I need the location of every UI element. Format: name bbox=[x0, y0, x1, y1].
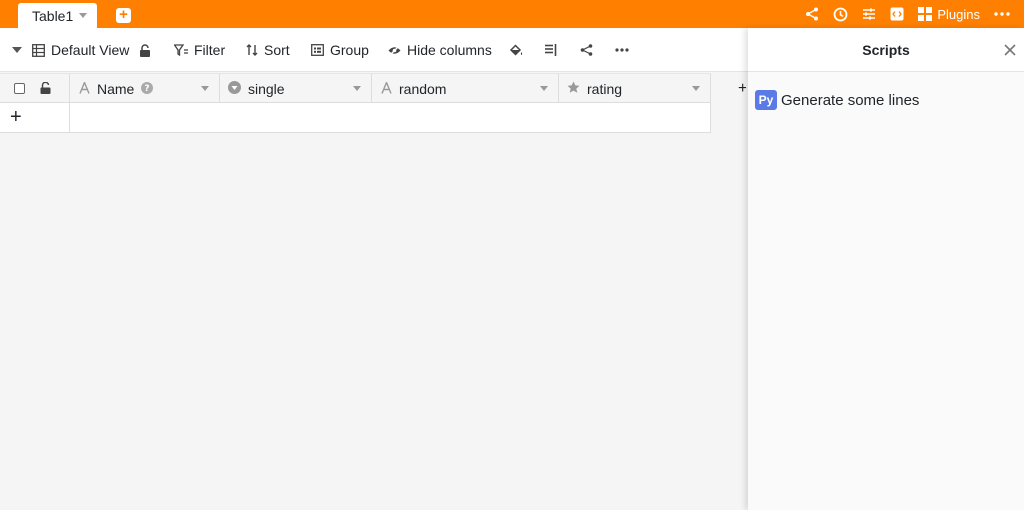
column-dropdown-icon[interactable] bbox=[201, 86, 209, 91]
text-icon bbox=[381, 80, 392, 97]
svg-text:?: ? bbox=[145, 84, 150, 94]
single-select-icon bbox=[228, 80, 241, 97]
settings-sliders-icon[interactable] bbox=[862, 7, 876, 21]
script-item[interactable]: Py Generate some lines bbox=[755, 90, 919, 110]
group-icon bbox=[311, 44, 324, 56]
tab-label: Table1 bbox=[32, 7, 74, 24]
filter-icon bbox=[174, 44, 188, 56]
text-icon bbox=[79, 80, 90, 97]
scripts-panel: Scripts Py Generate some lines bbox=[748, 28, 1024, 510]
add-table-button[interactable]: + bbox=[116, 7, 131, 23]
paint-bucket-icon[interactable] bbox=[509, 28, 523, 72]
history-icon[interactable] bbox=[833, 7, 848, 22]
column-dropdown-icon[interactable] bbox=[353, 86, 361, 91]
top-bar: Table1 + Plugins bbox=[0, 0, 1024, 28]
caret-down-icon[interactable] bbox=[12, 46, 22, 54]
table-grid-icon bbox=[32, 43, 45, 57]
column-header-rating[interactable]: rating bbox=[559, 74, 711, 103]
star-icon bbox=[567, 81, 580, 97]
close-icon[interactable] bbox=[1002, 42, 1018, 58]
column-name: Name bbox=[97, 80, 135, 97]
select-all-cell bbox=[0, 74, 70, 103]
column-name: single bbox=[248, 80, 285, 97]
more-options-icon[interactable] bbox=[615, 28, 629, 72]
sort-label: Sort bbox=[264, 42, 290, 58]
column-name: rating bbox=[587, 80, 623, 97]
grid-header: Name ? single random rating bbox=[0, 73, 711, 103]
add-row-button[interactable]: + bbox=[0, 103, 70, 132]
script-name: Generate some lines bbox=[781, 91, 920, 109]
view-selector[interactable]: Default View bbox=[12, 28, 129, 72]
column-name: random bbox=[399, 80, 447, 97]
sort-button[interactable]: Sort bbox=[246, 28, 290, 72]
plugins-label: Plugins bbox=[937, 6, 980, 22]
unlock-icon[interactable] bbox=[40, 81, 51, 97]
sort-icon bbox=[246, 44, 258, 56]
column-header-single[interactable]: single bbox=[220, 74, 372, 103]
plugins-button[interactable]: Plugins bbox=[918, 7, 980, 22]
plugins-icon bbox=[918, 7, 933, 21]
column-dropdown-icon[interactable] bbox=[692, 86, 700, 91]
python-badge-icon: Py bbox=[755, 90, 777, 110]
column-header-random[interactable]: random bbox=[372, 74, 559, 103]
hide-columns-label: Hide columns bbox=[407, 42, 492, 58]
add-row[interactable]: + bbox=[0, 103, 711, 133]
column-header-name[interactable]: Name ? bbox=[70, 74, 220, 103]
row-height-icon[interactable] bbox=[545, 28, 557, 72]
help-icon[interactable]: ? bbox=[141, 81, 154, 97]
code-icon[interactable] bbox=[890, 7, 904, 21]
eye-slash-icon bbox=[388, 45, 401, 56]
hide-columns-button[interactable]: Hide columns bbox=[388, 28, 492, 72]
panel-title: Scripts bbox=[862, 41, 910, 58]
view-toolbar: Default View Filter Sort Group Hide colu… bbox=[0, 28, 748, 72]
group-button[interactable]: Group bbox=[311, 28, 369, 72]
tab-table1[interactable]: Table1 bbox=[18, 3, 97, 28]
group-label: Group bbox=[330, 42, 369, 58]
share-view-icon[interactable] bbox=[580, 28, 593, 72]
lock-icon[interactable] bbox=[139, 28, 151, 72]
filter-button[interactable]: Filter bbox=[174, 28, 225, 72]
add-column-button[interactable]: + bbox=[738, 80, 746, 94]
column-dropdown-icon[interactable] bbox=[540, 86, 548, 91]
filter-label: Filter bbox=[194, 42, 226, 58]
more-horizontal-icon[interactable] bbox=[994, 12, 1010, 16]
chevron-down-icon[interactable] bbox=[79, 13, 88, 18]
top-right-actions: Plugins bbox=[791, 0, 1010, 28]
select-all-checkbox[interactable] bbox=[14, 83, 25, 94]
share-icon[interactable] bbox=[805, 7, 819, 21]
scripts-panel-header: Scripts bbox=[748, 28, 1024, 72]
view-label: Default View bbox=[51, 42, 130, 58]
